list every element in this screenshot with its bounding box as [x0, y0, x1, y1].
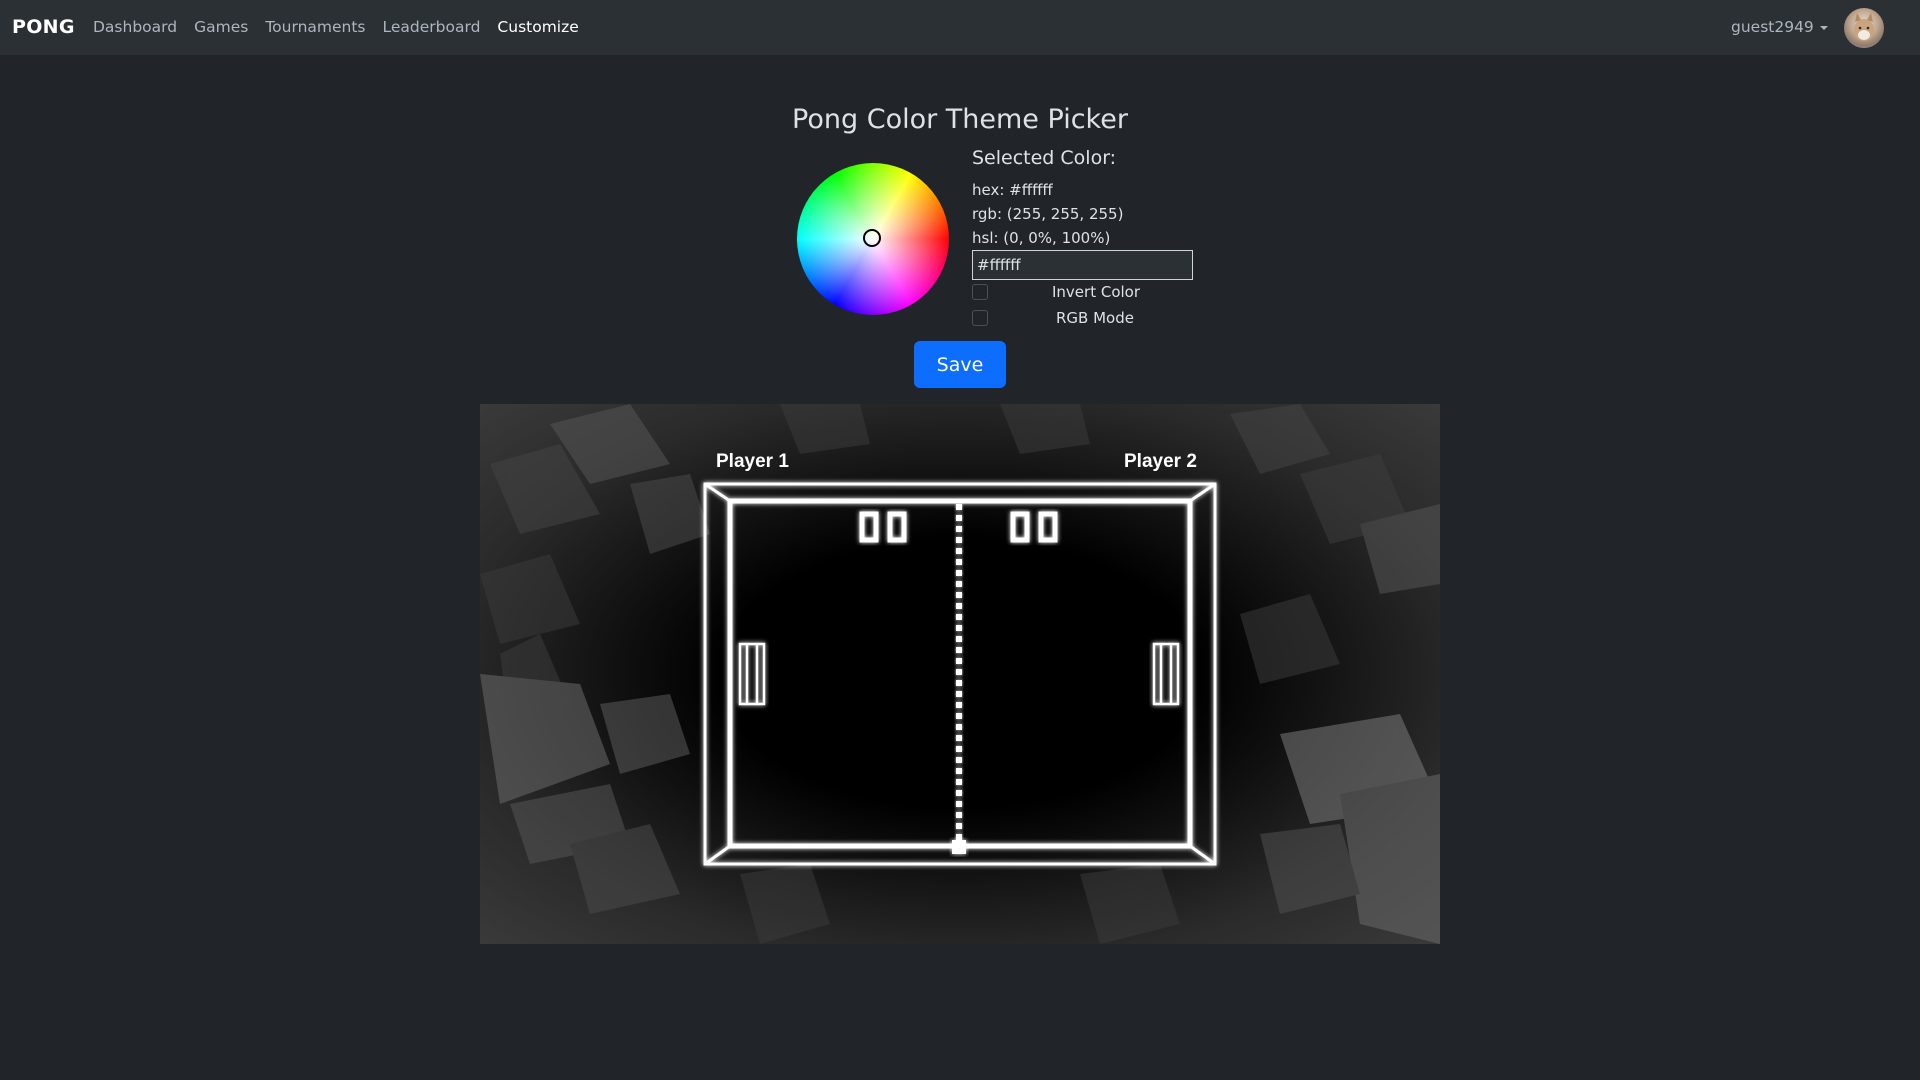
net-dash — [956, 614, 962, 620]
score-left — [859, 511, 907, 543]
invert-color-row — [972, 284, 988, 300]
net-dash — [956, 570, 962, 576]
pong-preview-canvas: Player 1 Player 2 00 00 — [480, 404, 1440, 944]
rgb-mode-row — [972, 310, 988, 326]
username: guest2949 — [1731, 18, 1814, 36]
net-dash — [956, 581, 962, 587]
net-dash — [956, 647, 962, 653]
net-dash — [956, 625, 962, 631]
rgb-readout: rgb: (255, 255, 255) — [972, 205, 1124, 223]
hsl-readout: hsl: (0, 0%, 100%) — [972, 229, 1111, 247]
net-dash — [956, 658, 962, 664]
net-dash — [956, 746, 962, 752]
nav-games[interactable]: Games — [194, 18, 248, 36]
net-dash — [956, 526, 962, 532]
center-net — [956, 504, 962, 840]
caret-down-icon — [1819, 26, 1828, 30]
net-dash — [956, 680, 962, 686]
page-title: Pong Color Theme Picker — [792, 104, 1128, 135]
top-navbar: PONG Dashboard Games Tournaments Leaderb… — [0, 0, 1920, 55]
net-dash — [956, 515, 962, 521]
net-dash — [956, 559, 962, 565]
left-paddle — [738, 642, 766, 706]
color-wheel[interactable] — [797, 163, 949, 315]
game-scene — [480, 404, 1440, 944]
net-dash — [956, 537, 962, 543]
net-dash — [956, 823, 962, 829]
ball — [952, 840, 966, 854]
hex-readout: hex: #ffffff — [972, 181, 1053, 199]
net-dash — [956, 768, 962, 774]
save-button[interactable]: Save — [914, 341, 1006, 388]
nav-links: Dashboard Games Tournaments Leaderboard … — [93, 18, 579, 36]
nav-leaderboard[interactable]: Leaderboard — [383, 18, 481, 36]
user-dropdown[interactable]: guest2949 — [1731, 18, 1828, 36]
brand-logo[interactable]: PONG — [12, 16, 75, 38]
net-dash — [956, 691, 962, 697]
right-paddle — [1152, 642, 1180, 706]
net-dash — [956, 702, 962, 708]
color-wheel-handle[interactable] — [863, 229, 881, 247]
net-dash — [956, 757, 962, 763]
selected-color-label: Selected Color: — [972, 147, 1117, 169]
net-dash — [956, 812, 962, 818]
player2-label: Player 2 — [1124, 451, 1197, 472]
net-dash — [956, 801, 962, 807]
invert-color-label: Invert Color — [1052, 283, 1141, 301]
net-dash — [956, 669, 962, 675]
net-dash — [956, 790, 962, 796]
net-dash — [956, 735, 962, 741]
net-dash — [956, 779, 962, 785]
nav-customize[interactable]: Customize — [497, 18, 578, 36]
hex-color-input[interactable] — [972, 250, 1193, 280]
net-dash — [956, 504, 962, 510]
net-dash — [956, 724, 962, 730]
net-dash — [956, 548, 962, 554]
net-dash — [956, 603, 962, 609]
rgb-mode-checkbox[interactable] — [972, 310, 988, 326]
net-dash — [956, 834, 962, 840]
avatar[interactable] — [1844, 8, 1884, 48]
net-dash — [956, 636, 962, 642]
net-dash — [956, 592, 962, 598]
rgb-mode-label: RGB Mode — [1056, 309, 1134, 327]
nav-tournaments[interactable]: Tournaments — [265, 18, 365, 36]
player1-label: Player 1 — [716, 451, 789, 472]
nav-dashboard[interactable]: Dashboard — [93, 18, 177, 36]
net-dash — [956, 713, 962, 719]
invert-color-checkbox[interactable] — [972, 284, 988, 300]
score-right — [1010, 511, 1058, 543]
